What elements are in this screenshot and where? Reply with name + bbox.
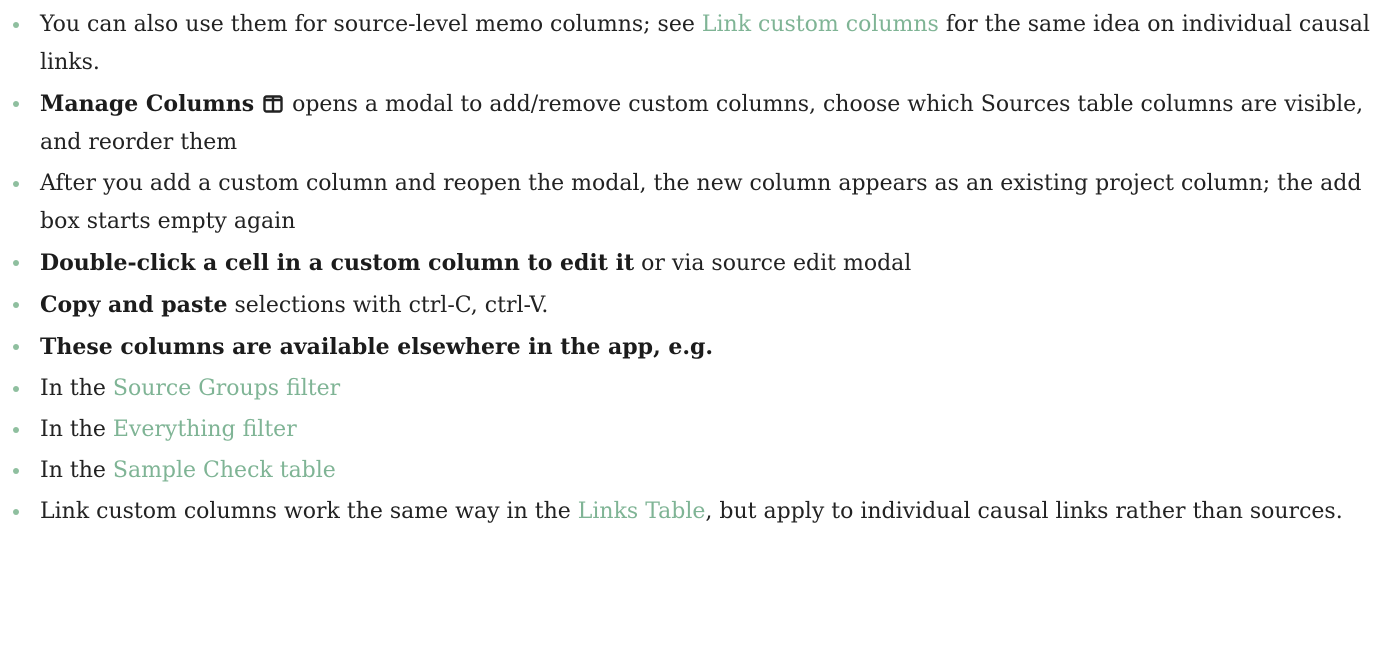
list-item: In the Sample Check table <box>0 452 1400 490</box>
item-text: In the <box>40 458 113 483</box>
bullet-dot <box>13 22 19 28</box>
copy-paste-label: Copy and paste <box>40 292 228 318</box>
item-text: After you add a custom column and reopen… <box>40 171 1362 234</box>
bullet-dot <box>13 509 19 515</box>
bullet-dot <box>13 302 19 308</box>
available-elsewhere-label: These columns are available elsewhere in… <box>40 334 714 360</box>
double-click-label: Double-click a cell in a custom column t… <box>40 250 635 276</box>
list-item: These columns are available elsewhere in… <box>0 328 1400 367</box>
list-item: Double-click a cell in a custom column t… <box>0 244 1400 283</box>
bullet-dot <box>13 344 19 350</box>
bullet-dot <box>13 260 19 266</box>
bullet-dot <box>13 468 19 474</box>
bullet-dot <box>13 181 19 187</box>
list-item: You can also use them for source-level m… <box>0 6 1400 82</box>
item-text: , but apply to individual causal links r… <box>705 499 1343 524</box>
list-item: In the Source Groups filter <box>0 370 1400 408</box>
bullet-list: You can also use them for source-level m… <box>0 0 1400 531</box>
bullet-dot <box>13 386 19 392</box>
columns-icon <box>263 95 283 113</box>
item-text: selections with ctrl-C, ctrl-V. <box>227 293 549 318</box>
item-text: or via source edit modal <box>634 251 912 276</box>
bullet-dot <box>13 101 19 107</box>
bullet-dot <box>13 427 19 433</box>
item-text: In the <box>40 376 113 401</box>
list-item: Manage Columns opens a modal to add/remo… <box>0 85 1400 162</box>
item-text: You can also use them for source-level m… <box>40 12 702 37</box>
item-text: Link custom columns work the same way in… <box>40 499 578 524</box>
list-item: Copy and paste selections with ctrl-C, c… <box>0 286 1400 325</box>
sample-check-table-link[interactable]: Sample Check table <box>113 458 336 483</box>
everything-filter-link[interactable]: Everything filter <box>113 417 297 442</box>
links-table-link[interactable]: Links Table <box>578 499 706 524</box>
list-item: After you add a custom column and reopen… <box>0 165 1400 241</box>
manage-columns-label: Manage Columns <box>40 91 255 117</box>
list-item: Link custom columns work the same way in… <box>0 493 1400 531</box>
item-text: In the <box>40 417 113 442</box>
list-item: In the Everything filter <box>0 411 1400 449</box>
link-custom-columns-link[interactable]: Link custom columns <box>702 12 939 37</box>
source-groups-filter-link[interactable]: Source Groups filter <box>113 376 340 401</box>
